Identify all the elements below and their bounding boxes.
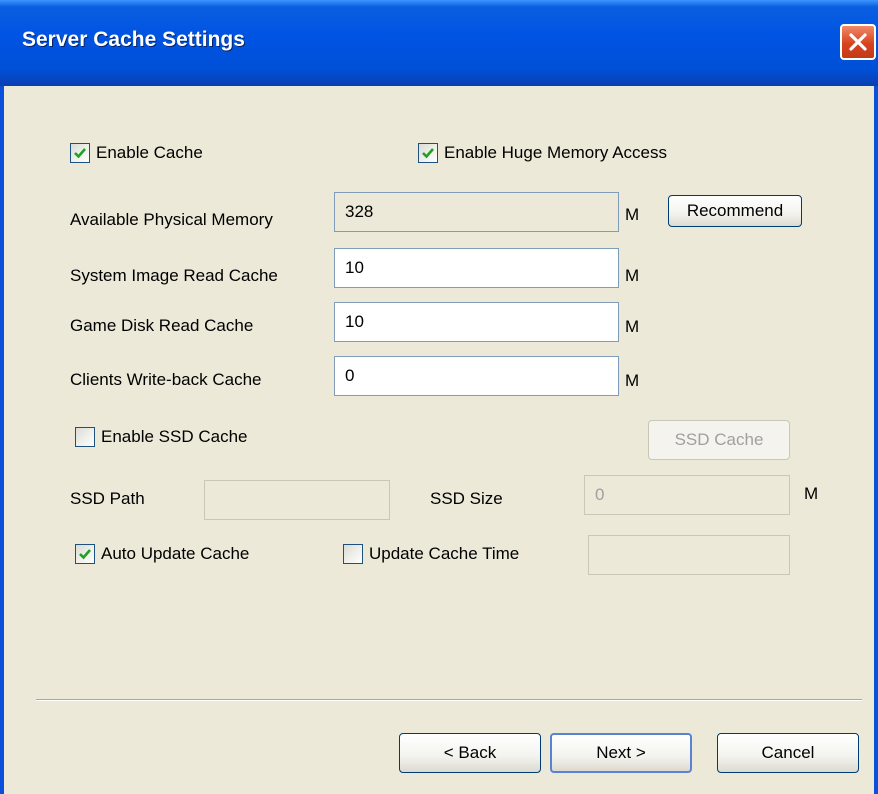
enable-cache-label: Enable Cache <box>96 143 203 162</box>
clients-writeback-cache-input[interactable]: 0 <box>334 356 619 396</box>
ssd-size-label: SSD Size <box>430 489 503 508</box>
enable-ssd-cache-checkbox[interactable]: Enable SSD Cache <box>75 427 247 447</box>
window-border-right <box>874 86 878 794</box>
recommend-button[interactable]: Recommend <box>668 195 802 227</box>
footer-separator-highlight <box>36 700 862 701</box>
ssd-size-input[interactable]: 0 <box>584 475 790 515</box>
auto-update-cache-checkbox[interactable]: Auto Update Cache <box>75 544 249 564</box>
system-image-cache-unit: M <box>625 266 640 285</box>
update-cache-time-input[interactable] <box>588 535 790 575</box>
checkmark-icon <box>74 148 86 159</box>
back-button[interactable]: < Back <box>399 733 541 773</box>
system-image-cache-label: System Image Read Cache <box>70 266 278 285</box>
close-button[interactable] <box>840 24 876 60</box>
checkbox-box[interactable] <box>418 143 438 163</box>
system-image-cache-input[interactable]: 10 <box>334 248 619 288</box>
checkmark-icon <box>422 148 434 159</box>
enable-ssd-cache-label: Enable SSD Cache <box>101 427 248 446</box>
title-bar[interactable]: Server Cache Settings <box>0 0 878 86</box>
auto-update-cache-label: Auto Update Cache <box>101 544 250 563</box>
game-disk-cache-input[interactable]: 10 <box>334 302 619 342</box>
checkbox-box[interactable] <box>75 544 95 564</box>
checkbox-box[interactable] <box>75 427 95 447</box>
ssd-size-unit: M <box>804 484 819 503</box>
available-memory-unit: M <box>625 205 640 224</box>
window-title: Server Cache Settings <box>22 28 245 51</box>
checkbox-box[interactable] <box>343 544 363 564</box>
enable-huge-memory-label: Enable Huge Memory Access <box>444 143 667 162</box>
enable-huge-memory-checkbox[interactable]: Enable Huge Memory Access <box>418 143 667 163</box>
cancel-button[interactable]: Cancel <box>717 733 859 773</box>
ssd-path-input[interactable] <box>204 480 390 520</box>
update-cache-time-label: Update Cache Time <box>369 544 520 563</box>
next-button[interactable]: Next > <box>550 733 692 773</box>
checkmark-icon <box>79 549 91 560</box>
game-disk-cache-label: Game Disk Read Cache <box>70 316 254 335</box>
ssd-path-label: SSD Path <box>70 489 145 508</box>
ssd-cache-button[interactable]: SSD Cache <box>648 420 790 460</box>
update-cache-time-checkbox[interactable]: Update Cache Time <box>343 544 519 564</box>
close-icon <box>849 33 867 51</box>
available-memory-label: Available Physical Memory <box>70 210 273 229</box>
game-disk-cache-unit: M <box>625 317 640 336</box>
available-memory-field: 328 <box>334 192 619 232</box>
clients-writeback-cache-label: Clients Write-back Cache <box>70 370 262 389</box>
window-border-left <box>0 86 4 794</box>
checkbox-box[interactable] <box>70 143 90 163</box>
dialog-window: Server Cache Settings Enable Cache Enabl… <box>0 0 878 794</box>
enable-cache-checkbox[interactable]: Enable Cache <box>70 143 203 163</box>
clients-writeback-cache-unit: M <box>625 371 640 390</box>
